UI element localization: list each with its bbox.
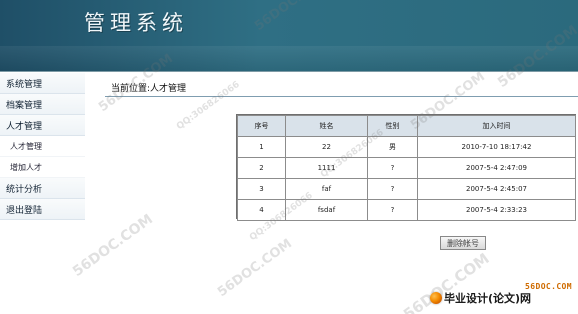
main-content: 当前位置:人才管理 序号 姓名 性别 加入时间 1 22 男 2010-7-10… [85,73,578,314]
table-row[interactable]: 1 22 男 2010-7-10 18:17:42 [237,136,576,158]
table-row[interactable]: 4 fsdaf ? 2007-5-4 2:33:23 [237,199,576,221]
sidebar: 系统管理 档案管理 人才管理 人才管理 增加人才 统计分析 退出登陆 [0,73,85,314]
table-cell-id: 3 [237,178,286,200]
app-window: 管理系统 系统管理 档案管理 人才管理 人才管理 增加人才 统计分析 退出登陆 … [0,0,578,314]
column-header-name: 姓名 [285,115,368,137]
table-cell-name: 1111 [285,157,368,179]
delete-account-button[interactable]: 删除帐号 [440,236,486,250]
sidebar-item-talent[interactable]: 人才管理 [0,115,85,136]
table-cell-joined: 2010-7-10 18:17:42 [417,136,576,158]
sidebar-subitem-add-talent[interactable]: 增加人才 [0,157,85,178]
sidebar-item-logout[interactable]: 退出登陆 [0,199,85,220]
breadcrumb: 当前位置:人才管理 [105,79,578,97]
table-cell-joined: 2007-5-4 2:47:09 [417,157,576,179]
table-cell-joined: 2007-5-4 2:33:23 [417,199,576,221]
column-header-id: 序号 [237,115,286,137]
talent-table-container: 序号 姓名 性别 加入时间 1 22 男 2010-7-10 18:17:42 … [236,114,576,221]
sidebar-item-archive[interactable]: 档案管理 [0,94,85,115]
table-cell-id: 4 [237,199,286,221]
table-cell-gender: ? [367,178,418,200]
breadcrumb-text: 当前位置:人才管理 [111,84,187,94]
table-cell-name: faf [285,178,368,200]
page-title: 管理系统 [84,11,188,35]
table-cell-gender: ? [367,157,418,179]
table-cell-id: 2 [237,157,286,179]
sidebar-subitem-talent-manage[interactable]: 人才管理 [0,136,85,157]
table-cell-name: 22 [285,136,368,158]
table-row[interactable]: 3 faf ? 2007-5-4 2:45:07 [237,178,576,200]
table-cell-id: 1 [237,136,286,158]
sidebar-item-system[interactable]: 系统管理 [0,73,85,94]
table-cell-gender: 男 [367,136,418,158]
table-header-row: 序号 姓名 性别 加入时间 [237,115,576,137]
table-row[interactable]: 2 1111 ? 2007-5-4 2:47:09 [237,157,576,179]
column-header-gender: 性别 [367,115,418,137]
table-cell-name: fsdaf [285,199,368,221]
app-header: 管理系统 [0,0,578,72]
table-cell-gender: ? [367,199,418,221]
table-cell-joined: 2007-5-4 2:45:07 [417,178,576,200]
column-header-joined: 加入时间 [417,115,576,137]
talent-table: 序号 姓名 性别 加入时间 1 22 男 2010-7-10 18:17:42 … [237,115,576,221]
sidebar-item-statistics[interactable]: 统计分析 [0,178,85,199]
